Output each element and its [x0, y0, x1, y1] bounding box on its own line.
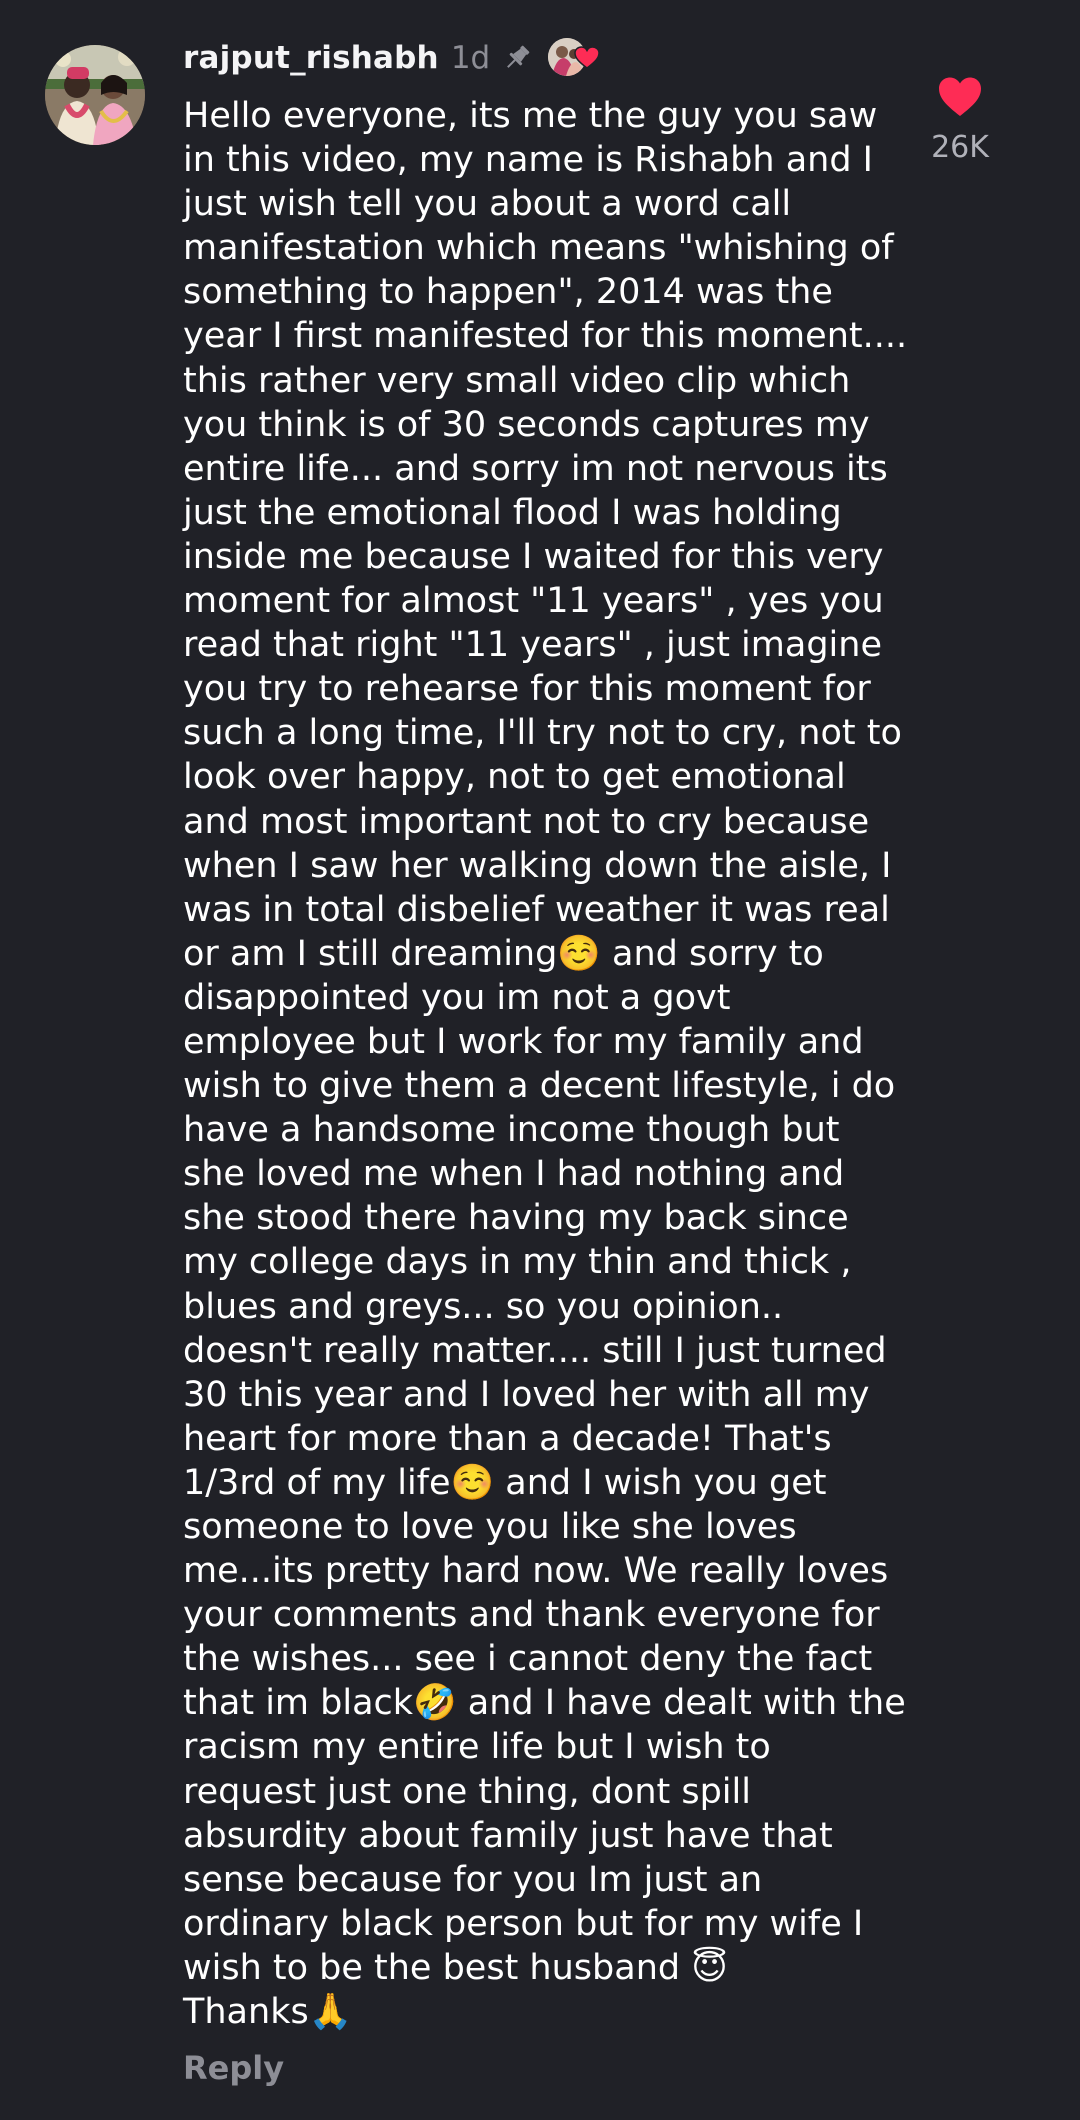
creator-heart-icon	[574, 46, 600, 70]
comment-text-line: when I saw her walking down the aisle, I	[183, 845, 892, 886]
comment-text-line: Hello everyone, its me the guy you saw	[183, 96, 878, 136]
comment-text: Hello everyone, its me the guy you saw in…	[183, 94, 928, 2034]
comment-text-line: you think is of 30 seconds captures my	[183, 404, 870, 445]
comment-text-line: someone to love you like she loves	[183, 1507, 797, 1547]
comment-text-line: just the emotional flood I was holding	[183, 492, 842, 533]
comment-text-line: was in total disbelief weather it was re…	[183, 889, 890, 930]
comment-time: 1d	[450, 40, 491, 76]
comment-text-line: wish to be the best husband 😇	[183, 1947, 728, 1988]
user-avatar[interactable]	[45, 45, 145, 145]
like-count: 26K	[931, 130, 989, 165]
heart-icon[interactable]	[937, 76, 983, 118]
comment-text-line: manifestation which means "whishing of	[183, 228, 894, 269]
comment-text-line: employee but I work for my family and	[183, 1021, 864, 1062]
comment-text-line: absurdity about family just have that	[183, 1815, 833, 1856]
comment-text-line: entire life... and sorry im not nervous …	[183, 448, 888, 489]
comment-text-line: this rather very small video clip which	[183, 360, 851, 401]
comment-text-line: heart for more than a decade! That's	[183, 1418, 832, 1459]
comment-text-line: the wishes... see i cannot deny the fact	[183, 1639, 873, 1680]
comment-text-line: that im black🤣 and I have dealt with the	[183, 1683, 906, 1724]
comment-text-line: request just one thing, dont spill	[183, 1771, 751, 1812]
comment-text-line: such a long time, I'll try not to cry, n…	[183, 713, 902, 754]
comment-text-line: 1/3rd of my life☺️ and I wish you get	[183, 1462, 827, 1503]
comment-text-line: she stood there having my back since	[183, 1198, 849, 1239]
comment-text-line: your comments and thank everyone for	[183, 1595, 880, 1636]
creator-liked-badge	[548, 36, 600, 80]
comment-text-line: have a handsome income though but	[183, 1110, 840, 1151]
comment-text-line: something to happen", 2014 was the	[183, 272, 833, 313]
comment-text-line: and most important not to cry because	[183, 801, 870, 842]
comment-text-line: year I first manifested for this moment.…	[183, 316, 908, 357]
comment-text-line: wish to give them a decent lifestyle, i …	[183, 1066, 896, 1107]
comment-text-line: ordinary black person but for my wife I	[183, 1903, 864, 1944]
comment-text-line: you try to rehearse for this moment for	[183, 669, 871, 710]
avatar-photo	[45, 45, 145, 145]
username[interactable]: rajput_rishabh	[183, 40, 439, 76]
comment-text-line: she loved me when I had nothing and	[183, 1154, 845, 1195]
comment-text-line: sense because for you Im just an	[183, 1859, 763, 1900]
comment-text-line: my college days in my thin and thick ,	[183, 1242, 852, 1283]
comment-text-line: read that right "11 years" , just imagin…	[183, 625, 882, 666]
comment-text-line: look over happy, not to get emotional	[183, 757, 846, 798]
comment-text-line: blues and greys... so you opinion..	[183, 1286, 784, 1327]
comment-text-line: inside me because I waited for this very	[183, 536, 884, 577]
comment-text-line: moment for almost "11 years" , yes you	[183, 581, 884, 622]
comment-item: rajput_rishabh 1d Hello everyone, its me…	[0, 0, 1080, 2120]
like-button[interactable]: 26K	[920, 76, 1000, 165]
comment-header: rajput_rishabh 1d	[183, 34, 600, 82]
comment-text-line: 30 this year and I loved her with all my	[183, 1374, 870, 1415]
comment-text-line: doesn't really matter.... still I just t…	[183, 1330, 887, 1371]
comment-text-line: just wish tell you about a word call	[183, 184, 792, 225]
pin-icon	[500, 41, 534, 75]
reply-button[interactable]: Reply	[183, 2049, 284, 2087]
comment-text-line: me...its pretty hard now. We really love…	[183, 1551, 889, 1592]
comment-text-line: racism my entire life but I wish to	[183, 1727, 771, 1768]
comment-text-line: in this video, my name is Rishabh and I	[183, 140, 874, 181]
comment-text-line: Thanks🙏	[183, 1992, 353, 2033]
comment-text-line: or am I still dreaming☺️ and sorry to	[183, 933, 824, 974]
comment-text-line: disappointed you im not a govt	[183, 977, 731, 1018]
